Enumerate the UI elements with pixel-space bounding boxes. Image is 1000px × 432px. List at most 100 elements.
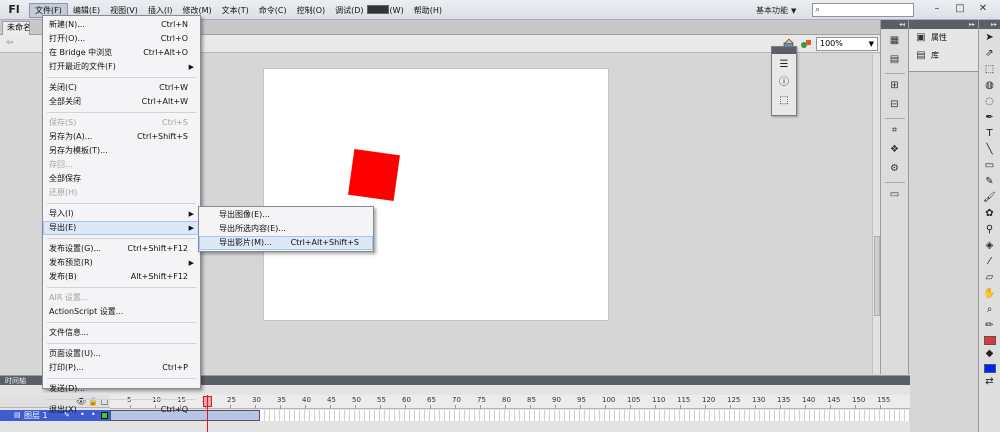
- info-icon[interactable]: ⓘ: [777, 76, 791, 90]
- timeline-tab[interactable]: 时间轴: [2, 377, 29, 385]
- menu-text[interactable]: 文本(T): [217, 3, 254, 18]
- deco-tool-icon[interactable]: ✿: [982, 206, 998, 221]
- menu-item-close-all[interactable]: 全部关闭 Ctrl+Alt+W: [43, 95, 200, 109]
- menu-item-publish-settings[interactable]: 发布设置(G)... Ctrl+Shift+F12: [43, 242, 200, 256]
- menu-item-export[interactable]: 导出(E) ▶: [43, 221, 200, 235]
- motion-presets-icon[interactable]: ⌗: [888, 124, 902, 138]
- pencil-tool-icon[interactable]: ✎: [982, 174, 998, 189]
- panel-collapse-handle[interactable]: ◂◂: [881, 20, 908, 29]
- ruler-number: 125: [727, 396, 741, 404]
- stroke-color-icon[interactable]: ✏: [982, 318, 998, 333]
- menu-item-close[interactable]: 关闭(C) Ctrl+W: [43, 81, 200, 95]
- ruler-number: 25: [227, 396, 236, 404]
- menu-item-save-as-template[interactable]: 另存为模板(T)...: [43, 144, 200, 158]
- menu-item-check-in[interactable]: 存回...: [43, 158, 200, 172]
- ruler-tick: [580, 405, 581, 409]
- library-panel-link[interactable]: ▤ 库: [909, 47, 978, 65]
- 3d-rotation-tool-icon[interactable]: ◍: [982, 78, 998, 93]
- menu-item-exit[interactable]: 退出(X) Ctrl+Q: [43, 403, 200, 417]
- code-snippets-icon[interactable]: ⚙: [888, 162, 902, 176]
- menu-item-open[interactable]: 打开(O)... Ctrl+O: [43, 32, 200, 46]
- menu-item-send[interactable]: 发送(D)...: [43, 382, 200, 396]
- red-square-shape[interactable]: [348, 149, 400, 201]
- close-button[interactable]: ✕: [972, 2, 994, 17]
- eraser-tool-icon[interactable]: ▱: [982, 270, 998, 285]
- menu-item-publish[interactable]: 发布(B) Alt+Shift+F12: [43, 270, 200, 284]
- menu-item-save-all[interactable]: 全部保存: [43, 172, 200, 186]
- menu-item-new[interactable]: 新建(N)... Ctrl+N: [43, 18, 200, 32]
- transform-icon[interactable]: ⬚: [777, 94, 791, 108]
- menu-item-save-as[interactable]: 另存为(A)... Ctrl+Shift+S: [43, 130, 200, 144]
- ruler-number: 70: [452, 396, 461, 404]
- zoom-select[interactable]: 100% ▼: [816, 37, 878, 51]
- align-panel-icon[interactable]: ⊞: [888, 79, 902, 93]
- ruler-number: 95: [577, 396, 586, 404]
- menu-item-open-recent[interactable]: 打开最近的文件(F) ▶: [43, 60, 200, 74]
- swatches-icon[interactable]: ▤: [888, 53, 902, 67]
- ruler-number: 155: [877, 396, 891, 404]
- fill-color-icon[interactable]: ◆: [982, 346, 998, 361]
- menu-item-actionscript-settings[interactable]: ActionScript 设置...: [43, 305, 200, 319]
- rectangle-tool-icon[interactable]: ▭: [982, 158, 998, 173]
- hand-tool-icon[interactable]: ✋: [982, 286, 998, 301]
- paint-bucket-tool-icon[interactable]: ◈: [982, 238, 998, 253]
- document-tab[interactable]: 未命名: [2, 21, 30, 35]
- minimize-button[interactable]: –: [926, 2, 948, 17]
- menu-commands[interactable]: 命令(C): [254, 3, 292, 18]
- edit-symbols-icon[interactable]: [800, 38, 812, 50]
- menu-debug[interactable]: 调试(D): [330, 3, 368, 18]
- chevron-down-icon: ▼: [868, 40, 874, 48]
- subselection-tool-icon[interactable]: ⇗: [982, 46, 998, 61]
- bone-tool-icon[interactable]: ⚲: [982, 222, 998, 237]
- align-icon[interactable]: ☰: [777, 58, 791, 72]
- menu-item-air-settings[interactable]: AIR 设置...: [43, 291, 200, 305]
- menu-control[interactable]: 控制(O): [292, 3, 331, 18]
- zoom-tool-icon[interactable]: ⌕: [982, 302, 998, 317]
- maximize-button[interactable]: □: [949, 2, 971, 17]
- properties-panel-link[interactable]: ▣ 属性: [909, 29, 978, 47]
- menu-item-publish-preview[interactable]: 发布预览(R) ▶: [43, 256, 200, 270]
- tools-panel: ▸▸ ➤ ⇗ ⬚ ◍ ◌ ✒ T ╲ ▭ ✎ 🖌 ✿ ⚲ ◈ ⁄ ▱ ✋ ⌕ ✏…: [978, 20, 1000, 432]
- panel-title-bar[interactable]: [772, 47, 796, 54]
- frame-ruler[interactable]: 5101520253035404550556065707580859095100…: [110, 395, 910, 409]
- panel-collapse-handle[interactable]: ▸▸: [979, 20, 1000, 29]
- menu-item-file-info[interactable]: 文件信息...: [43, 326, 200, 340]
- ruler-number: 90: [552, 396, 561, 404]
- stroke-color-swatch[interactable]: [983, 336, 996, 345]
- pen-tool-icon[interactable]: ✒: [982, 110, 998, 125]
- ruler-number: 30: [252, 396, 261, 404]
- menu-item-page-setup[interactable]: 页面设置(U)...: [43, 347, 200, 361]
- text-tool-icon[interactable]: T: [982, 126, 998, 141]
- line-tool-icon[interactable]: ╲: [982, 142, 998, 157]
- lasso-tool-icon[interactable]: ◌: [982, 94, 998, 109]
- stage[interactable]: [264, 69, 608, 320]
- submenu-item-export-movie[interactable]: 导出影片(M)... Ctrl+Alt+Shift+S: [199, 236, 373, 250]
- menu-help[interactable]: 帮助(H): [409, 3, 447, 18]
- menu-item-import[interactable]: 导入(I) ▶: [43, 207, 200, 221]
- vertical-scrollbar[interactable]: [872, 54, 880, 374]
- application-bar-thumbnail[interactable]: [367, 5, 389, 14]
- brush-tool-icon[interactable]: 🖌: [982, 190, 998, 205]
- free-transform-tool-icon[interactable]: ⬚: [982, 62, 998, 77]
- selection-tool-icon[interactable]: ➤: [982, 30, 998, 45]
- eyedropper-tool-icon[interactable]: ⁄: [982, 254, 998, 269]
- components-icon[interactable]: ❖: [888, 143, 902, 157]
- panel-collapse-handle[interactable]: ▸▸: [909, 20, 978, 29]
- info-panel-icon[interactable]: ⊟: [888, 98, 902, 112]
- menu-item-browse-in-bridge[interactable]: 在 Bridge 中浏览 Ctrl+Alt+O: [43, 46, 200, 60]
- menu-item-save[interactable]: 保存(S) Ctrl+S: [43, 116, 200, 130]
- search-help-input[interactable]: ⌕: [812, 3, 914, 17]
- swap-colors-icon[interactable]: ⇄: [982, 374, 998, 389]
- submenu-item-export-image[interactable]: 导出图像(E)...: [199, 208, 373, 222]
- menu-item-revert[interactable]: 还原(H): [43, 186, 200, 200]
- menu-separator: [47, 343, 196, 344]
- history-icon[interactable]: ▭: [888, 188, 902, 202]
- workspace-switcher[interactable]: 基本功能 ▼: [756, 4, 796, 17]
- back-arrow-icon[interactable]: ⇦: [6, 38, 14, 48]
- color-icon[interactable]: ▦: [888, 34, 902, 48]
- playhead[interactable]: [207, 395, 208, 432]
- frame-cells[interactable]: [110, 410, 910, 421]
- menu-item-print[interactable]: 打印(P)... Ctrl+P: [43, 361, 200, 375]
- fill-color-swatch[interactable]: [983, 364, 996, 373]
- submenu-item-export-selection[interactable]: 导出所选内容(E)...: [199, 222, 373, 236]
